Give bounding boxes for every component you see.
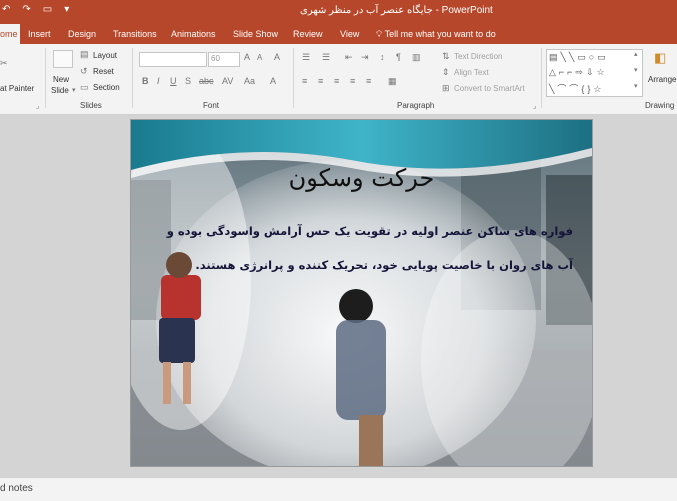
increase-font-icon[interactable]: A [244, 52, 250, 62]
arrange-icon: ◧ [654, 50, 667, 65]
justify-icon[interactable]: ≡ [350, 76, 355, 86]
bold-icon[interactable]: B [142, 76, 149, 86]
quick-access-toolbar: ↶ ↷ ▭ ▾ [0, 4, 69, 15]
shapes-row-2[interactable]: △⌐⌐⇨⇩☆ [549, 67, 608, 78]
start-from-beginning-icon[interactable]: ▭ [43, 4, 52, 15]
redo-icon[interactable]: ↷ [22, 4, 30, 15]
text-direction-icon: ⇅ [442, 51, 450, 61]
tell-me-search[interactable]: 💡︎ Tell me what you want to do [376, 24, 496, 44]
font-size-value: 60 [211, 54, 220, 63]
align-left-icon[interactable]: ≡ [302, 76, 307, 86]
chevron-down-icon[interactable]: ▾ [72, 86, 76, 94]
decrease-font-icon[interactable]: A [257, 53, 262, 62]
slide-title[interactable]: حرکت وسکون [131, 164, 592, 192]
align-text-button[interactable]: Align Text [454, 68, 489, 77]
tab-insert[interactable]: Insert [28, 24, 51, 44]
shapes-row-3[interactable]: ╲⌒⌒{}☆ [549, 82, 605, 95]
align-center-icon[interactable]: ≡ [318, 76, 323, 86]
section-icon: ▭ [80, 82, 89, 92]
text-direction-button[interactable]: Text Direction [454, 52, 502, 61]
shapes-gallery[interactable]: ▤╲╲▭○▭ △⌐⌐⇨⇩☆ ╲⌒⌒{}☆ [546, 49, 643, 97]
tab-design[interactable]: Design [68, 24, 96, 44]
slide-body-text[interactable]: فواره های ساکن عنصر اولیه در تقویت یک حس… [153, 214, 573, 282]
title-bar: ↶ ↷ ▭ ▾ جایگاه عنصر آب در منظر شهری - Po… [0, 0, 677, 24]
tab-animations[interactable]: Animations [171, 24, 216, 44]
paragraph-launcher-icon[interactable]: ⌟ [533, 102, 536, 110]
ribbon-home: at Painter ✂ ⌟ New Slide ▾ ▤ Layout ↺ Re… [0, 44, 677, 115]
increase-indent-icon[interactable]: ⇥ [361, 52, 369, 63]
window-title: جایگاه عنصر آب در منظر شهری - PowerPoint [300, 5, 493, 16]
arrange-button[interactable]: Arrange [648, 75, 676, 84]
paragraph-group-label: Paragraph [397, 101, 435, 110]
clipboard-launcher-icon[interactable]: ⌟ [36, 102, 39, 110]
tab-slide-show[interactable]: Slide Show [233, 24, 278, 44]
undo-icon[interactable]: ↶ [2, 4, 10, 15]
separator [132, 48, 133, 108]
new-slide-icon[interactable] [53, 50, 73, 68]
italic-icon[interactable]: I [157, 76, 160, 86]
strikethrough-icon[interactable]: abc [199, 76, 214, 86]
separator [45, 48, 46, 108]
ribbon-tabs: ome Insert Design Transitions Animations… [0, 24, 677, 44]
drawing-group-label: Drawing [645, 101, 675, 110]
clear-formatting-icon[interactable]: A [274, 52, 280, 62]
columns-icon[interactable]: ▥ [412, 52, 421, 63]
slide-canvas[interactable]: حرکت وسکون فواره های ساکن عنصر اولیه در … [130, 119, 593, 467]
format-painter-button[interactable]: at Painter [0, 84, 34, 93]
rtl-icon[interactable]: ¶ [396, 52, 401, 62]
column-icon[interactable]: ▦ [388, 76, 397, 87]
character-spacing-icon[interactable]: AV [222, 76, 233, 86]
font-group-label: Font [203, 101, 220, 110]
font-name-dropdown[interactable] [139, 52, 207, 67]
numbering-icon[interactable]: ☰ [322, 52, 330, 63]
layout-button[interactable]: Layout [93, 51, 117, 60]
section-button[interactable]: Section [93, 83, 120, 92]
distributed-icon[interactable]: ≡ [366, 76, 371, 86]
tab-transitions[interactable]: Transitions [113, 24, 157, 44]
separator [541, 48, 542, 108]
bullets-icon[interactable]: ☰ [302, 52, 310, 63]
shapes-row-1[interactable]: ▤╲╲▭○▭ [549, 52, 609, 63]
notes-toggle[interactable]: d notes [0, 483, 33, 494]
smartart-icon: ⊞ [442, 83, 450, 93]
convert-smartart-button[interactable]: Convert to SmartArt [454, 84, 525, 93]
lightbulb-icon: 💡︎ [376, 29, 385, 39]
cut-icon[interactable]: ✂ [0, 58, 8, 69]
tab-review[interactable]: Review [293, 24, 323, 44]
tab-view[interactable]: View [340, 24, 359, 44]
reset-icon: ↺ [80, 66, 88, 76]
decrease-indent-icon[interactable]: ⇤ [345, 52, 353, 63]
font-color-icon[interactable]: A [270, 76, 276, 86]
align-right-icon[interactable]: ≡ [334, 76, 339, 86]
line-spacing-icon[interactable]: ↕ [380, 52, 385, 62]
font-size-dropdown[interactable]: 60 [208, 52, 240, 67]
align-text-icon: ⇕ [442, 67, 450, 77]
slides-group-label: Slides [80, 101, 102, 110]
status-bar: d notes [0, 477, 677, 501]
underline-icon[interactable]: U [170, 76, 177, 86]
reset-button[interactable]: Reset [93, 67, 114, 76]
change-case-icon[interactable]: Aa [244, 76, 255, 86]
gallery-up-icon[interactable]: ▴ [634, 50, 638, 58]
tell-me-label: Tell me what you want to do [384, 29, 496, 39]
gallery-down-icon[interactable]: ▾ [634, 66, 638, 74]
separator [293, 48, 294, 108]
tab-home[interactable]: ome [0, 24, 20, 44]
new-slide-button-line2[interactable]: Slide [51, 86, 69, 95]
gallery-more-icon[interactable]: ▾ [634, 82, 638, 90]
layout-icon: ▤ [80, 49, 89, 59]
shadow-icon[interactable]: S [185, 76, 191, 86]
new-slide-button[interactable]: New [53, 75, 69, 84]
customize-qat-icon[interactable]: ▾ [64, 4, 69, 15]
